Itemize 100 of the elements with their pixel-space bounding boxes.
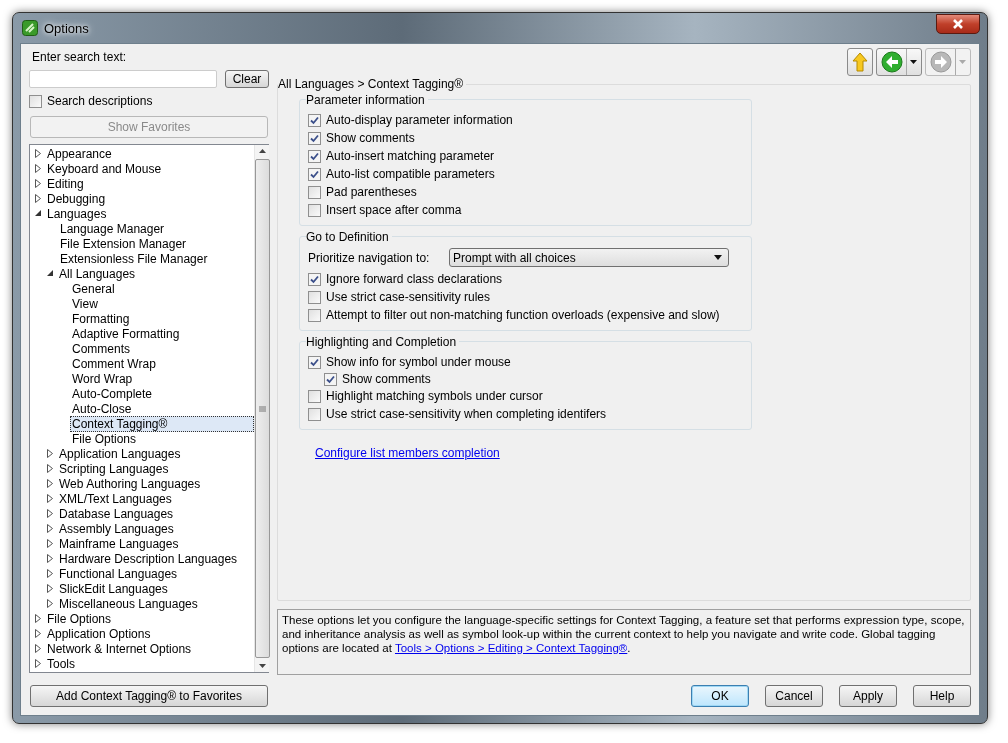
tree-item[interactable]: Mainframe Languages: [57, 535, 181, 552]
tree-item[interactable]: View: [70, 295, 100, 312]
tree-item[interactable]: Keyboard and Mouse: [45, 160, 164, 177]
scrollbar[interactable]: [254, 145, 269, 672]
tree-item[interactable]: File Extension Manager: [58, 235, 189, 252]
search-descriptions-checkbox[interactable]: [29, 94, 42, 108]
expanded-triangle-icon[interactable]: [46, 269, 54, 278]
configure-completion-link[interactable]: Configure list members completion: [315, 446, 500, 460]
collapsed-triangle-icon[interactable]: [46, 599, 54, 608]
tree-item[interactable]: General: [70, 280, 117, 297]
collapsed-triangle-icon[interactable]: [46, 494, 54, 503]
collapsed-triangle-icon[interactable]: [34, 659, 42, 668]
checkbox[interactable]: [308, 407, 321, 421]
tree-item[interactable]: Context Tagging®: [70, 415, 254, 432]
tree-item[interactable]: Auto-Complete: [70, 385, 155, 402]
tree-item[interactable]: Appearance: [45, 145, 114, 162]
tree-item[interactable]: Web Authoring Languages: [57, 475, 203, 492]
search-descriptions-label: Search descriptions: [47, 94, 153, 108]
up-arrow-icon: [852, 52, 868, 72]
close-button[interactable]: [936, 14, 980, 34]
collapsed-triangle-icon[interactable]: [46, 449, 54, 458]
tree-item[interactable]: Languages: [45, 205, 109, 222]
tree-item[interactable]: File Options: [45, 610, 114, 627]
back-button[interactable]: [876, 48, 922, 76]
window-title: Options: [44, 20, 89, 36]
tree-item[interactable]: All Languages: [57, 265, 138, 282]
checkbox[interactable]: [308, 113, 321, 127]
checkbox-label: Auto-list compatible parameters: [326, 167, 495, 181]
checkbox-label: Use strict case-sensitivity rules: [326, 290, 491, 304]
tree-item[interactable]: Tools: [45, 655, 77, 672]
tree-item[interactable]: Extensionless File Manager: [58, 250, 210, 267]
group-title: Parameter information: [306, 93, 428, 107]
checkbox[interactable]: [308, 272, 321, 286]
tree-item[interactable]: Word Wrap: [70, 370, 135, 387]
checkbox[interactable]: [324, 372, 337, 386]
search-label: Enter search text:: [32, 50, 128, 64]
collapsed-triangle-icon[interactable]: [34, 164, 42, 173]
tree-item[interactable]: Adaptive Formatting: [70, 325, 182, 342]
expanded-triangle-icon[interactable]: [34, 209, 42, 218]
collapsed-triangle-icon[interactable]: [46, 569, 54, 578]
dialog-button[interactable]: Cancel: [765, 685, 823, 707]
scroll-up-icon[interactable]: [258, 149, 266, 153]
tree-item[interactable]: Application Languages: [57, 445, 183, 462]
collapsed-triangle-icon[interactable]: [34, 644, 42, 653]
checkbox[interactable]: [308, 308, 321, 322]
tree-item[interactable]: Formatting: [70, 310, 132, 327]
tree-item[interactable]: File Options: [70, 430, 139, 447]
checkbox[interactable]: [308, 355, 321, 369]
tree-item[interactable]: Language Manager: [58, 220, 167, 237]
checkbox[interactable]: [308, 149, 321, 163]
checkbox[interactable]: [308, 131, 321, 145]
collapsed-triangle-icon[interactable]: [46, 554, 54, 563]
tree-item[interactable]: SlickEdit Languages: [57, 580, 170, 597]
dialog-button[interactable]: OK: [691, 685, 749, 707]
close-icon: [951, 18, 965, 30]
tree-item[interactable]: Network & Internet Options: [45, 640, 194, 657]
collapsed-triangle-icon[interactable]: [46, 479, 54, 488]
collapsed-triangle-icon[interactable]: [34, 179, 42, 188]
tree-item[interactable]: Assembly Languages: [57, 520, 176, 537]
collapsed-triangle-icon[interactable]: [46, 509, 54, 518]
up-arrow-button[interactable]: [847, 48, 873, 76]
tree-item[interactable]: Functional Languages: [57, 565, 180, 582]
dialog-button[interactable]: Help: [913, 685, 971, 707]
tree-item[interactable]: Scripting Languages: [57, 460, 171, 477]
collapsed-triangle-icon[interactable]: [34, 194, 42, 203]
clear-button[interactable]: Clear: [225, 70, 269, 88]
breadcrumb-title: All Languages > Context Tagging®: [278, 77, 467, 91]
collapsed-triangle-icon[interactable]: [46, 539, 54, 548]
checkbox[interactable]: [308, 203, 321, 217]
search-field[interactable]: [29, 70, 217, 88]
checkbox-label: Attempt to filter out non-matching function overloads (expensive and slow): [326, 308, 720, 322]
tree-item[interactable]: XML/Text Languages: [57, 490, 174, 507]
scroll-down-icon[interactable]: [258, 664, 266, 668]
description-text: These options let you configure the language-specific settings for Context Tagging, a feature set that performs expression type, scope, and inheritance analysis as well as symbol look-up within the current context to help you navigate and write code. Global tagging options are located at Tools > Options > Editing > Context Tagging®.: [282, 613, 966, 655]
navigation-dropdown[interactable]: Prompt with all choices: [449, 248, 729, 267]
checkbox[interactable]: [308, 185, 321, 199]
add-to-favorites-button[interactable]: Add Context Tagging® to Favorites: [30, 685, 268, 707]
tree-item[interactable]: Hardware Description Languages: [57, 550, 240, 567]
collapsed-triangle-icon[interactable]: [34, 149, 42, 158]
checkbox-label: Auto-insert matching parameter: [326, 149, 495, 163]
collapsed-triangle-icon[interactable]: [46, 464, 54, 473]
caret-icon: [910, 60, 917, 64]
tree-item[interactable]: Auto-Close: [70, 400, 134, 417]
checkbox[interactable]: [308, 290, 321, 304]
collapsed-triangle-icon[interactable]: [34, 629, 42, 638]
tree-item[interactable]: Database Languages: [57, 505, 176, 522]
collapsed-triangle-icon[interactable]: [46, 584, 54, 593]
grip-icon: [258, 405, 266, 412]
tree-item[interactable]: Debugging: [45, 190, 108, 207]
tree-item[interactable]: Miscellaneous Languages: [57, 595, 200, 612]
tree-item[interactable]: Comments: [70, 340, 132, 357]
caret-icon: [959, 60, 966, 64]
tree-item[interactable]: Comment Wrap: [70, 355, 158, 372]
tree-item[interactable]: Application Options: [45, 625, 153, 642]
checkbox[interactable]: [308, 167, 321, 181]
checkbox[interactable]: [308, 389, 321, 403]
collapsed-triangle-icon[interactable]: [46, 524, 54, 533]
tree-item[interactable]: Editing: [45, 175, 86, 192]
dialog-button[interactable]: Apply: [839, 685, 897, 707]
collapsed-triangle-icon[interactable]: [34, 614, 42, 623]
